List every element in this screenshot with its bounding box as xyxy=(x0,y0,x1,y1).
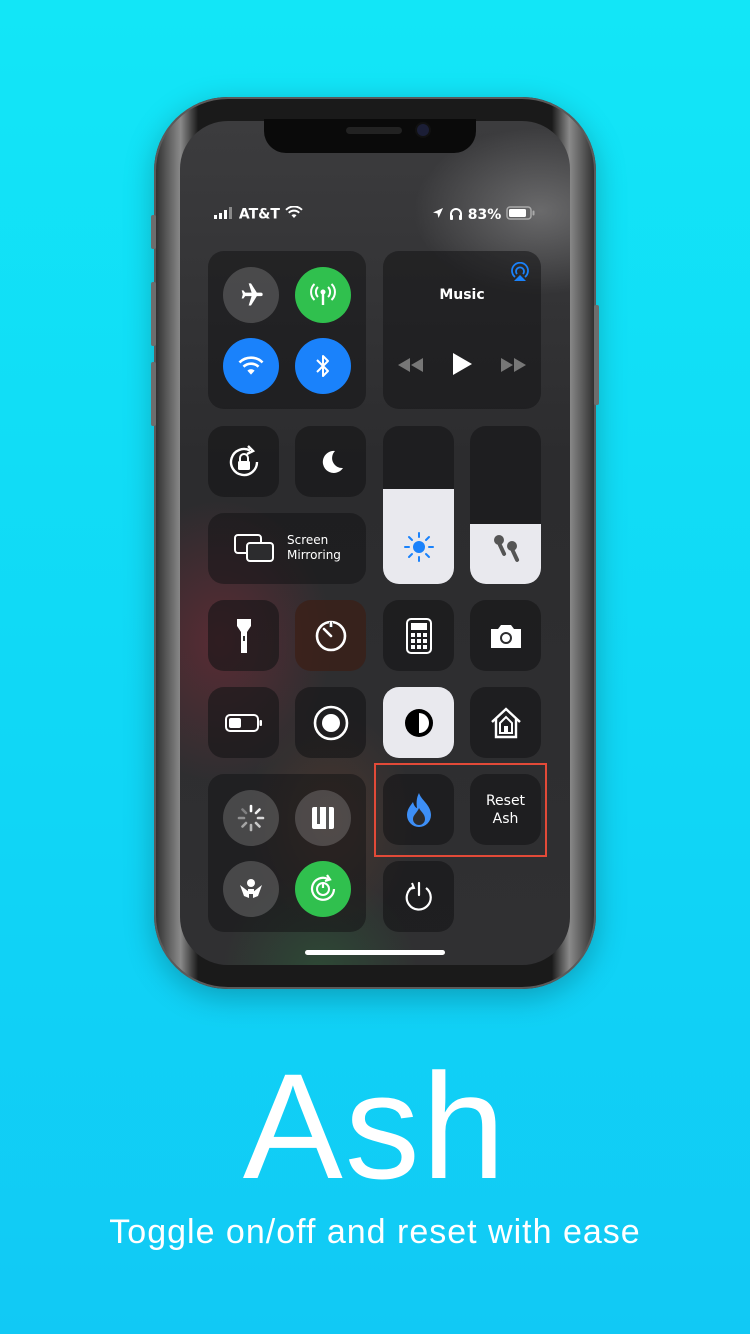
fast-forward-icon[interactable] xyxy=(500,357,526,376)
dark-mode-toggle[interactable] xyxy=(383,687,454,758)
side-button xyxy=(594,305,599,405)
earpiece-speaker xyxy=(346,127,402,134)
rotation-lock-icon xyxy=(229,444,258,476)
bluetooth-icon xyxy=(316,355,329,377)
home-button[interactable] xyxy=(470,687,541,758)
calculator-button[interactable] xyxy=(383,600,454,671)
respring-toggle[interactable] xyxy=(223,790,279,846)
low-power-icon xyxy=(224,713,262,732)
timer-button[interactable] xyxy=(295,600,366,671)
status-bar-right: 83% xyxy=(432,206,536,224)
app-subtitle: Toggle on/off and reset with ease xyxy=(109,1213,641,1251)
volume-slider[interactable] xyxy=(470,426,541,584)
reboot-toggle[interactable] xyxy=(295,861,351,917)
mute-switch xyxy=(151,215,156,249)
headphones-icon xyxy=(449,207,463,224)
wifi-toggle[interactable] xyxy=(223,338,279,394)
ui-cache-icon xyxy=(312,807,334,829)
flashlight-icon xyxy=(236,618,251,653)
volume-up-button xyxy=(151,282,156,346)
timer-icon xyxy=(315,620,346,651)
signal-bars-icon xyxy=(214,206,234,223)
battery-icon xyxy=(506,206,536,224)
ui-cache-toggle[interactable] xyxy=(295,790,351,846)
moon-icon xyxy=(322,450,343,473)
brightness-icon xyxy=(404,532,434,562)
rotation-lock-toggle[interactable] xyxy=(208,426,279,497)
do-not-disturb-toggle[interactable] xyxy=(295,426,366,497)
rewind-icon[interactable] xyxy=(398,357,424,376)
app-title: Ash xyxy=(242,1042,508,1210)
safe-mode-toggle[interactable] xyxy=(223,861,279,917)
airplay-icon[interactable] xyxy=(509,261,531,286)
camera-icon xyxy=(490,624,521,648)
low-power-mode-toggle[interactable] xyxy=(208,687,279,758)
front-camera xyxy=(417,124,429,136)
cellular-icon xyxy=(310,283,336,305)
screen-mirroring-line1: Screen xyxy=(287,533,329,547)
status-bar-left: AT&T xyxy=(214,205,303,223)
airpods-icon xyxy=(494,535,520,562)
screen-mirroring-icon xyxy=(233,533,275,567)
calculator-icon xyxy=(405,617,432,654)
safe-mode-icon xyxy=(240,879,262,898)
play-icon[interactable] xyxy=(451,352,473,380)
location-icon xyxy=(432,207,444,223)
bluetooth-toggle[interactable] xyxy=(295,338,351,394)
screen-recording-toggle[interactable] xyxy=(295,687,366,758)
volume-down-button xyxy=(151,362,156,426)
dark-mode-icon xyxy=(404,708,433,737)
cellular-toggle[interactable] xyxy=(295,267,351,323)
wifi-status-icon xyxy=(285,205,303,223)
brightness-slider[interactable] xyxy=(383,426,454,584)
reboot-icon xyxy=(310,874,336,901)
airplane-mode-toggle[interactable] xyxy=(223,267,279,323)
battery-percent: 83% xyxy=(467,207,502,223)
carrier-label: AT&T xyxy=(238,206,280,223)
notch xyxy=(264,119,476,153)
screen-record-icon xyxy=(313,705,348,740)
home-icon xyxy=(490,706,521,738)
screen-mirroring-line2: Mirroring xyxy=(287,548,341,562)
flashlight-button[interactable] xyxy=(208,600,279,671)
highlight-box xyxy=(374,763,547,857)
wifi-icon xyxy=(238,356,264,375)
camera-button[interactable] xyxy=(470,600,541,671)
respring-icon xyxy=(237,804,265,832)
screen-mirroring-label: Screen Mirroring xyxy=(287,533,341,563)
airplane-icon xyxy=(241,283,263,306)
power-button[interactable] xyxy=(383,861,454,932)
music-title: Music xyxy=(439,287,485,303)
power-icon xyxy=(405,881,432,911)
home-indicator[interactable] xyxy=(305,950,445,955)
